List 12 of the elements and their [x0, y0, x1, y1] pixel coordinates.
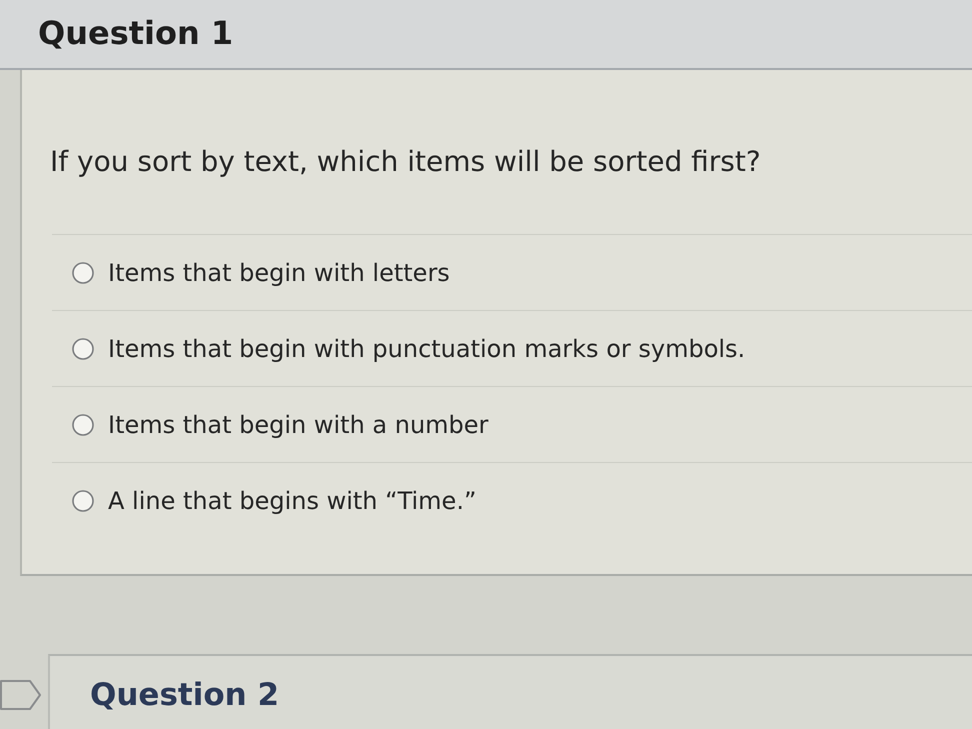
- answer-label[interactable]: A line that begins with “Time.”: [108, 486, 476, 514]
- answer-label[interactable]: Items that begin with a number: [108, 410, 488, 438]
- radio-button[interactable]: [72, 490, 94, 512]
- radio-button[interactable]: [72, 262, 94, 284]
- question-title: Question 1: [38, 16, 234, 52]
- question-title: Question 2: [90, 678, 280, 712]
- radio-button[interactable]: [72, 414, 94, 436]
- answer-label[interactable]: Items that begin with punctuation marks or symbols.: [108, 334, 746, 362]
- radio-button[interactable]: [72, 338, 94, 360]
- answer-label[interactable]: Items that begin with letters: [108, 258, 450, 286]
- question-text: If you sort by text, which items will be sorted first?: [50, 144, 762, 180]
- flag-icon[interactable]: [0, 679, 42, 711]
